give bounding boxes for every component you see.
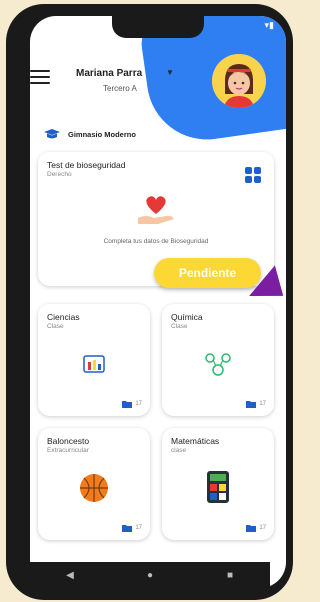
app-header: Mariana Parra ▼ Tercero A <box>0 40 299 108</box>
chevron-down-icon[interactable]: ▼ <box>166 68 174 77</box>
attachments[interactable]: 17 <box>122 400 142 408</box>
graduation-cap-icon <box>44 129 60 139</box>
folder-icon <box>122 525 133 532</box>
attachments[interactable]: 17 <box>246 400 266 408</box>
attachment-count: 17 <box>135 525 142 531</box>
subject-card[interactable]: Baloncesto Extracurricular 17 <box>38 428 150 540</box>
subject-subtitle: Clase <box>47 323 64 330</box>
subject-card[interactable]: Matemáticas clase 17 <box>162 428 274 540</box>
attachments[interactable]: 17 <box>246 524 266 532</box>
subject-card[interactable]: Ciencias Clase 17 <box>38 304 150 416</box>
school-name: Gimnasio Moderno <box>68 129 136 139</box>
system-navbar: ◀ ● ■ <box>30 562 270 588</box>
basketball-icon <box>80 474 108 502</box>
subject-subtitle: Clase <box>171 323 188 330</box>
folder-icon <box>246 401 257 408</box>
menu-icon-line <box>30 76 50 78</box>
molecule-icon <box>205 353 231 376</box>
avatar[interactable] <box>212 54 266 108</box>
back-icon[interactable]: ◀ <box>64 569 76 581</box>
subject-subtitle: clase <box>171 447 187 454</box>
menu-icon-line <box>30 82 50 84</box>
avatar-illustration <box>212 54 266 108</box>
school-selector[interactable]: Gimnasio Moderno <box>44 126 136 142</box>
subject-card[interactable]: Química Clase 17 <box>162 304 274 416</box>
camera-notch <box>112 16 204 38</box>
home-icon[interactable]: ● <box>144 569 156 581</box>
subject-title: Matemáticas <box>171 436 220 446</box>
attachment-count: 17 <box>259 525 266 531</box>
user-name[interactable]: Mariana Parra <box>76 68 142 79</box>
menu-button[interactable] <box>30 70 50 86</box>
featured-caption: Completa tus datos de Bioseguridad <box>103 238 209 245</box>
user-grade: Tercero A <box>103 84 137 93</box>
subject-title: Química <box>171 312 203 322</box>
status-icons: ▾▮ <box>264 20 274 30</box>
subject-title: Ciencias <box>47 312 80 322</box>
featured-subtitle: Derecho <box>47 171 72 178</box>
lab-icon <box>83 355 105 373</box>
attachments[interactable]: 17 <box>122 524 142 532</box>
folder-icon <box>122 401 133 408</box>
subject-subtitle: Extracurricular <box>47 447 89 454</box>
attachment-count: 17 <box>135 401 142 407</box>
pending-badge[interactable]: Pendiente <box>154 258 261 288</box>
menu-icon-line <box>30 70 50 72</box>
grid-icon[interactable] <box>244 166 262 184</box>
calculator-icon <box>207 471 229 503</box>
recent-icon[interactable]: ■ <box>224 569 236 581</box>
attachment-count: 17 <box>259 401 266 407</box>
folder-icon <box>246 525 257 532</box>
subject-title: Baloncesto <box>47 436 90 446</box>
heart-hand-icon <box>138 196 174 224</box>
featured-title: Test de bioseguridad <box>47 160 126 170</box>
